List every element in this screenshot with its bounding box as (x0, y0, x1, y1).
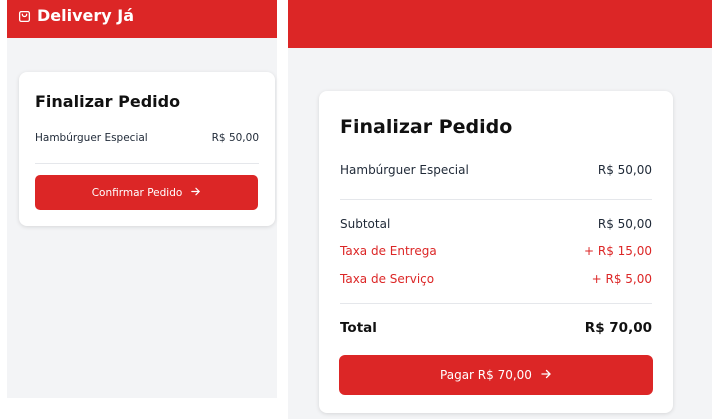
confirm-order-label: Confirmar Pedido (91, 186, 183, 199)
item-name: Hambúrguer Especial (35, 132, 148, 144)
item-name: Hambúrguer Especial (340, 163, 469, 177)
total-label: Total (340, 320, 377, 336)
checkout-title: Finalizar Pedido (35, 92, 181, 111)
pay-button[interactable]: Pagar R$ 70,00 (339, 355, 653, 395)
delivery-fee-label: Taxa de Entrega (340, 244, 437, 258)
checkout-card: Finalizar Pedido Hambúrguer Especial R$ … (319, 91, 673, 413)
total-value: R$ 70,00 (584, 320, 652, 336)
shopping-bag-icon (18, 10, 31, 23)
mobile-view: Delivery Já Finalizar Pedido Hambúrguer … (7, 0, 277, 398)
order-item: Hambúrguer Especial R$ 50,00 (35, 132, 259, 144)
checkout-card: Finalizar Pedido Hambúrguer Especial R$ … (19, 72, 275, 226)
item-price: R$ 50,00 (211, 132, 259, 144)
divider (340, 199, 652, 200)
order-item: Hambúrguer Especial R$ 50,00 (340, 163, 652, 177)
checkout-title: Finalizar Pedido (340, 116, 513, 138)
confirm-order-button[interactable]: Confirmar Pedido (35, 175, 258, 210)
total-row: Total R$ 70,00 (340, 320, 652, 336)
arrow-right-icon (190, 186, 201, 200)
delivery-fee-value: + R$ 15,00 (583, 244, 652, 258)
divider (340, 303, 652, 304)
app-header: Delivery Já (7, 0, 277, 38)
delivery-fee-row: Taxa de Entrega + R$ 15,00 (340, 244, 652, 258)
brand[interactable]: Delivery Já (18, 6, 134, 26)
divider (35, 163, 259, 164)
subtotal-row: Subtotal R$ 50,00 (340, 217, 652, 231)
desktop-view: Finalizar Pedido Hambúrguer Especial R$ … (288, 0, 712, 419)
brand-name: Delivery Já (37, 6, 135, 25)
subtotal-value: R$ 50,00 (597, 217, 652, 231)
service-fee-label: Taxa de Serviço (340, 272, 435, 286)
app-header-banner (288, 0, 712, 48)
screen: Delivery Já Finalizar Pedido Hambúrguer … (0, 0, 719, 419)
subtotal-label: Subtotal (340, 217, 391, 231)
pay-button-label: Pagar R$ 70,00 (440, 368, 532, 382)
service-fee-value: + R$ 5,00 (591, 272, 652, 286)
service-fee-row: Taxa de Serviço + R$ 5,00 (340, 272, 652, 286)
item-price: R$ 50,00 (597, 163, 652, 177)
arrow-right-icon (540, 368, 552, 383)
